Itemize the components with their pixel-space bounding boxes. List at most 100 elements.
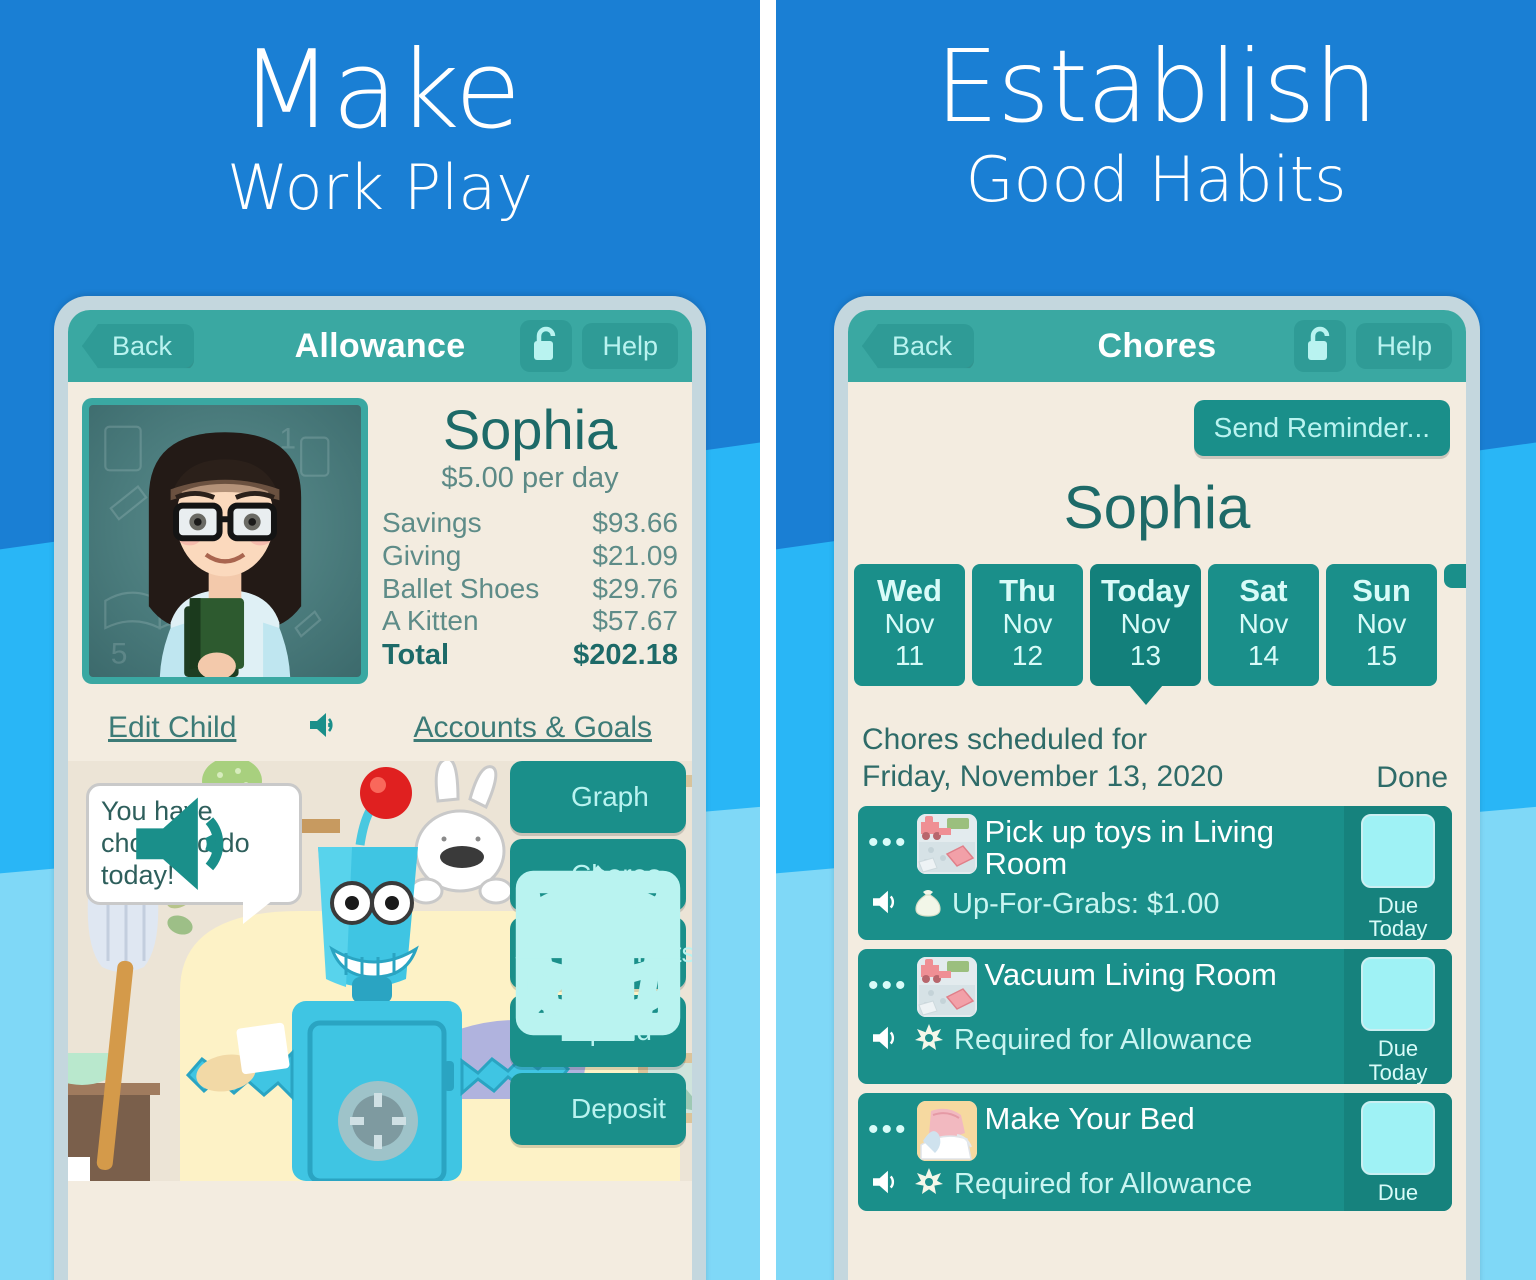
date-day: 11 bbox=[894, 640, 925, 672]
table-row[interactable]: Ballet Shoes $29.76 bbox=[382, 573, 678, 606]
chore-main: ••• bbox=[858, 949, 1344, 1084]
help-button[interactable]: Help bbox=[1356, 322, 1452, 370]
chore-title: Pick up toys in Living Room bbox=[984, 813, 1274, 882]
chore-title: Make Your Bed bbox=[984, 1100, 1195, 1136]
screenshot-stage: Make Work Play Back Allowance Help 1 5 S… bbox=[0, 0, 1536, 1280]
chore-title-row: ••• bbox=[868, 957, 1338, 1018]
avatar: 1 3 5 bbox=[89, 405, 361, 677]
allowance-links: Edit Child Accounts & Goals bbox=[68, 684, 692, 745]
account-amount: $57.67 bbox=[592, 605, 678, 637]
phone-screen-chores: Back Chores Help Send Reminder... Sophia… bbox=[848, 310, 1466, 1280]
speaker-icon[interactable] bbox=[870, 1024, 904, 1057]
speaker-icon[interactable] bbox=[870, 888, 904, 921]
more-options-icon[interactable]: ••• bbox=[868, 814, 909, 858]
help-button[interactable]: Help bbox=[582, 322, 678, 370]
date-day: 14 bbox=[1247, 640, 1280, 672]
unlock-icon bbox=[531, 326, 561, 367]
money-bag-icon bbox=[914, 887, 942, 922]
date-tab-sun[interactable]: Sun Nov 15 bbox=[1326, 564, 1437, 687]
list-item[interactable]: ••• bbox=[858, 805, 1452, 941]
date-tab-thu[interactable]: Thu Nov 12 bbox=[972, 564, 1083, 687]
chore-list: ••• Pick up toys in Living Room Up-For-G… bbox=[848, 796, 1466, 1211]
due-label: Due Today bbox=[1369, 893, 1428, 940]
account-label: Savings bbox=[382, 507, 482, 538]
phone-screen-allowance: Back Allowance Help 1 5 Sophia $5.00 per… bbox=[68, 310, 692, 1280]
due-line1: Due bbox=[1377, 1036, 1419, 1062]
date-day: 13 bbox=[1129, 640, 1162, 672]
list-item[interactable]: ••• bbox=[858, 949, 1452, 1084]
date-weekday: Thu bbox=[999, 573, 1056, 608]
navbar-allowance: Back Allowance Help bbox=[68, 310, 692, 382]
total-amount: $202.18 bbox=[573, 639, 678, 671]
robot-room-illustration: You have chores to do today! bbox=[68, 761, 692, 1181]
done-checkbox[interactable] bbox=[1361, 1100, 1435, 1175]
back-button[interactable]: Back bbox=[82, 323, 195, 369]
list-item[interactable]: ••• bbox=[858, 1092, 1452, 1211]
menu-item-deposit[interactable]: Deposit bbox=[510, 865, 686, 1145]
date-month: Nov bbox=[1120, 608, 1171, 640]
date-tab-today[interactable]: Today Nov 13 bbox=[1090, 564, 1201, 687]
total-label: Total bbox=[382, 639, 450, 671]
account-amount: $21.09 bbox=[592, 539, 678, 571]
account-label: Ballet Shoes bbox=[382, 572, 540, 604]
accounts-goals-link[interactable]: Accounts & Goals bbox=[414, 711, 652, 745]
back-button[interactable]: Back bbox=[862, 323, 975, 369]
chore-main: ••• bbox=[858, 1093, 1344, 1211]
date-day: 12 bbox=[1011, 640, 1044, 672]
chore-done-cell: Due bbox=[1344, 1092, 1452, 1211]
panel-establish-good-habits: Establish Good Habits Back Chores Help S… bbox=[776, 0, 1536, 1280]
chore-subtitle: Up-For-Grabs: $1.00 bbox=[952, 887, 1220, 920]
due-label: Due Today bbox=[1369, 1037, 1428, 1084]
bed-icon bbox=[916, 1100, 977, 1161]
chore-subtitle-row: Required for Allowance bbox=[868, 1023, 1338, 1058]
date-tab-wed[interactable]: Wed Nov 11 bbox=[854, 564, 965, 687]
headline-left: Make Work Play bbox=[0, 0, 760, 222]
date-weekday: Sun bbox=[1352, 573, 1411, 608]
chore-done-cell: Due Today bbox=[1344, 949, 1452, 1084]
headline-line1: Make bbox=[239, 28, 522, 153]
table-row[interactable]: A Kitten $57.67 bbox=[382, 605, 678, 638]
headline-line1: Establish bbox=[935, 28, 1377, 145]
done-checkbox[interactable] bbox=[1361, 813, 1435, 888]
schedule-line2: Friday, November 13, 2020 bbox=[862, 760, 1224, 794]
arrow-up-icon bbox=[515, 865, 681, 1130]
more-options-icon[interactable]: ••• bbox=[868, 957, 909, 1001]
chore-done-cell: Due Today bbox=[1344, 805, 1452, 941]
child-name: Sophia bbox=[1063, 474, 1251, 541]
navbar-chores: Back Chores Help bbox=[848, 310, 1466, 382]
date-weekday: Sat bbox=[1239, 573, 1288, 608]
unlock-button[interactable] bbox=[1294, 320, 1347, 372]
edit-child-link[interactable]: Edit Child bbox=[108, 711, 236, 745]
done-checkbox[interactable] bbox=[1361, 957, 1435, 1032]
allowance-rate: $5.00 per day bbox=[441, 462, 619, 494]
action-menu: Graph Chores Deposit bbox=[510, 761, 692, 1145]
unlock-button[interactable] bbox=[520, 320, 573, 372]
avatar-card[interactable]: 1 3 5 bbox=[82, 398, 368, 684]
send-reminder-button[interactable]: Send Reminder... bbox=[1193, 400, 1450, 456]
date-tab-sat[interactable]: Sat Nov 14 bbox=[1208, 564, 1319, 687]
toys-icon bbox=[916, 957, 977, 1018]
allowance-details: Sophia $5.00 per day Savings $93.66 Givi… bbox=[382, 398, 678, 684]
speaker-icon[interactable] bbox=[308, 710, 342, 745]
chore-main: ••• bbox=[858, 806, 1344, 941]
account-label: A Kitten bbox=[382, 605, 479, 637]
chore-title-row: ••• bbox=[868, 813, 1338, 882]
accounts-table: Savings $93.66 Giving $21.09 Ballet Shoe… bbox=[382, 507, 678, 673]
more-options-icon[interactable]: ••• bbox=[868, 1101, 909, 1145]
headline-line2: Good Habits bbox=[965, 143, 1347, 216]
account-amount: $93.66 bbox=[592, 507, 678, 538]
navbar-right-group: Help bbox=[520, 320, 678, 372]
date-month: Nov bbox=[884, 608, 935, 640]
send-reminder-row: Send Reminder... bbox=[848, 382, 1466, 456]
date-month: Nov bbox=[1002, 608, 1053, 640]
table-row[interactable]: Savings $93.66 bbox=[382, 507, 678, 540]
chore-subtitle-row: Up-For-Grabs: $1.00 bbox=[868, 887, 1338, 922]
speaker-icon[interactable] bbox=[870, 1168, 904, 1201]
chore-subtitle-row: Required for Allowance bbox=[868, 1167, 1338, 1202]
date-tab-next-partial[interactable] bbox=[1444, 564, 1466, 588]
speech-bubble: You have chores to do today! bbox=[86, 783, 302, 924]
headline-right: Establish Good Habits bbox=[776, 0, 1536, 214]
toys-icon bbox=[916, 813, 977, 874]
star-burst-icon bbox=[914, 1167, 944, 1202]
table-row[interactable]: Giving $21.09 bbox=[382, 540, 678, 573]
